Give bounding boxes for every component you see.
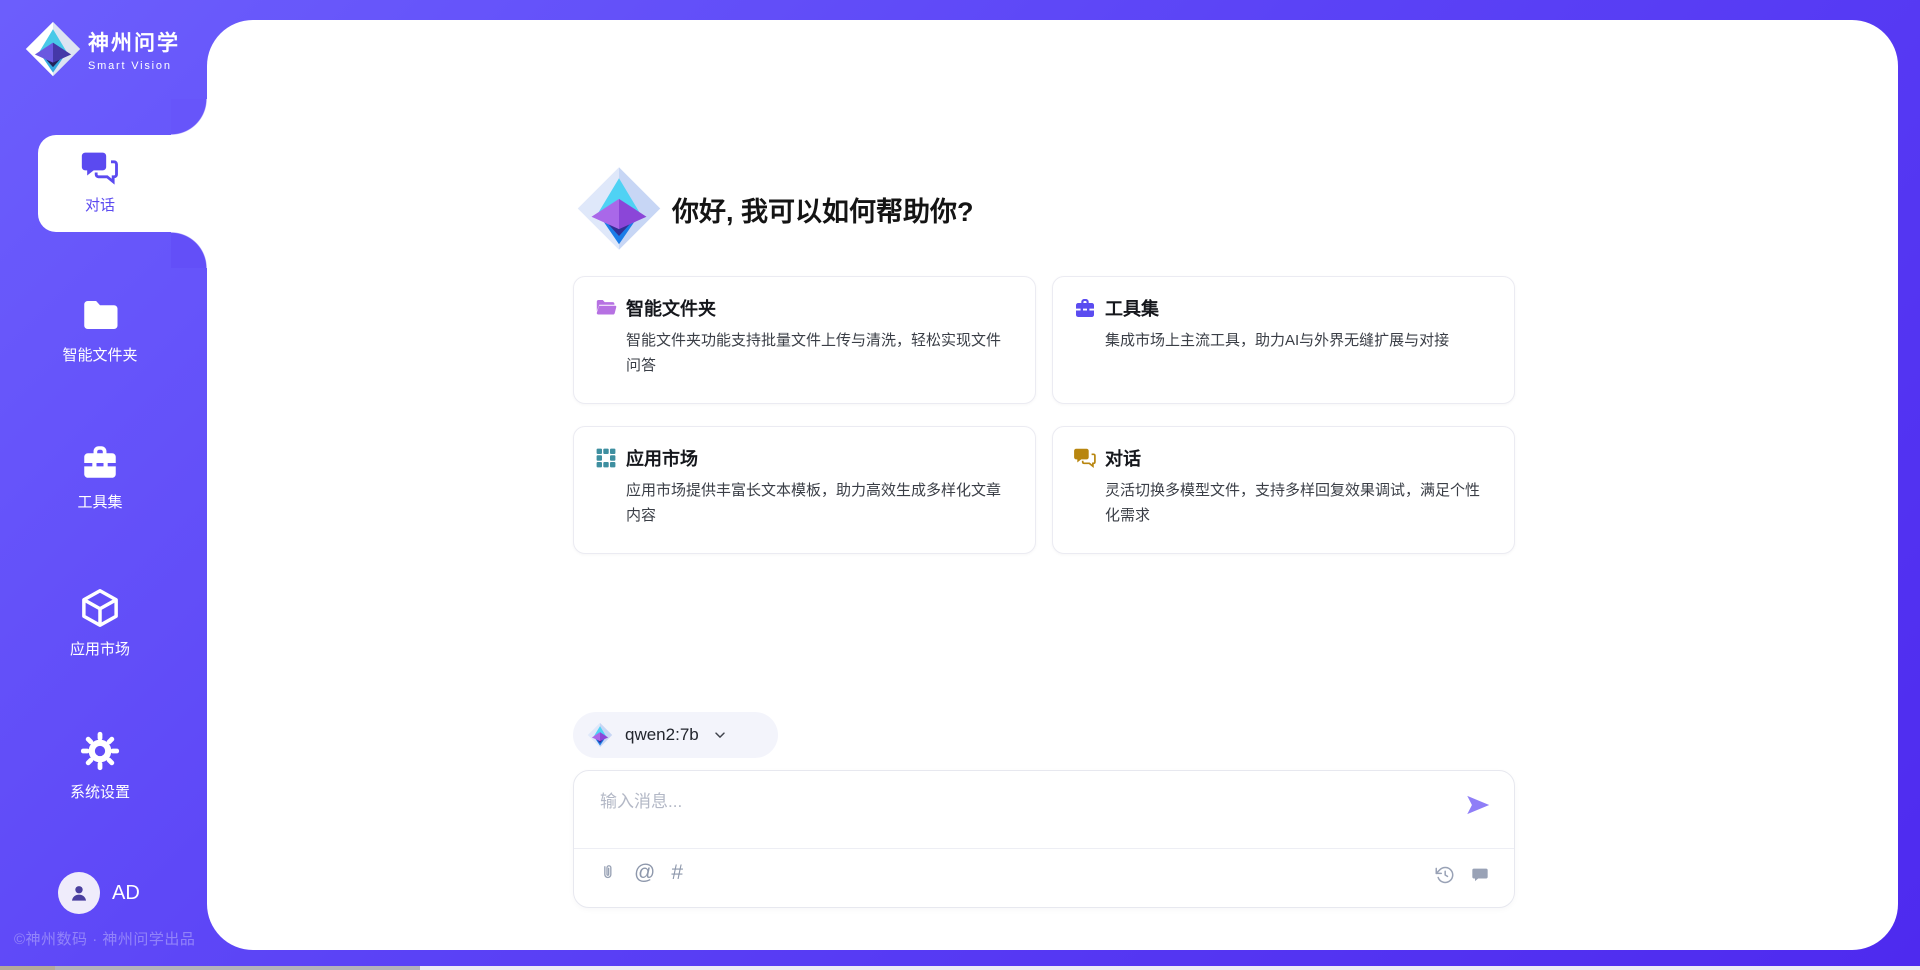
brand: 神州问学 Smart Vision: [24, 20, 180, 78]
card-app-market[interactable]: 应用市场 应用市场提供丰富长文本模板，助力高效生成多样化文章内容: [573, 426, 1036, 554]
message-composer: 输入消息... @ #: [573, 770, 1515, 908]
mention-icon[interactable]: @: [634, 863, 655, 883]
sidebar-item-label: 工具集: [77, 491, 122, 512]
person-icon: [66, 880, 92, 906]
tab-fillet-bottom: [171, 232, 207, 268]
card-title: 对话: [1105, 445, 1141, 471]
feedback-button[interactable]: [1470, 865, 1490, 885]
card-description: 集成市场上主流工具，助力AI与外界无缝扩展与对接: [1105, 328, 1482, 353]
model-name: qwen2:7b: [625, 725, 699, 745]
sidebar-item-smart-folder[interactable]: 智能文件夹: [20, 294, 180, 365]
horizontal-scrollbar-thumb[interactable]: [55, 966, 420, 970]
feedback-icon: [1470, 865, 1490, 885]
user-initials: AD: [112, 882, 140, 905]
history-button[interactable]: [1435, 865, 1455, 885]
chat-bubbles-icon: [1073, 446, 1097, 470]
chevron-down-icon: [712, 727, 728, 743]
brand-gem-diamond-icon: [24, 20, 82, 78]
toolbox-icon: [1073, 296, 1097, 320]
toolbox-icon: [79, 441, 121, 483]
attachment-button[interactable]: [598, 863, 618, 883]
card-smart-folder[interactable]: 智能文件夹 智能文件夹功能支持批量文件上传与清洗，轻松实现文件问答: [573, 276, 1036, 404]
cube-icon: [78, 586, 122, 630]
model-selector[interactable]: qwen2:7b: [573, 712, 778, 758]
send-button[interactable]: [1464, 791, 1492, 819]
chat-bubbles-icon: [80, 148, 120, 188]
folder-icon: [79, 294, 121, 336]
card-description: 灵活切换多模型文件，支持多样回复效果调试，满足个性化需求: [1105, 478, 1482, 528]
card-title: 工具集: [1105, 295, 1159, 321]
message-input[interactable]: 输入消息...: [600, 787, 1420, 812]
attachment-icon: [598, 863, 618, 883]
sidebar-item-label: 智能文件夹: [62, 344, 137, 365]
tab-fillet-top: [171, 99, 207, 135]
card-toolset[interactable]: 工具集 集成市场上主流工具，助力AI与外界无缝扩展与对接: [1052, 276, 1515, 404]
greeting-text: 你好, 我可以如何帮助你?: [672, 190, 974, 229]
topic-icon[interactable]: #: [671, 863, 683, 883]
sidebar-footer: ©神州数码 · 神州问学出品: [14, 928, 195, 949]
card-chat[interactable]: 对话 灵活切换多模型文件，支持多样回复效果调试，满足个性化需求: [1052, 426, 1515, 554]
card-title: 智能文件夹: [626, 295, 716, 321]
greeting-gem-diamond-icon: [575, 162, 663, 255]
sidebar-item-chat[interactable]: 对话: [38, 135, 208, 232]
gear-icon: [78, 729, 122, 773]
app-frame: 神州问学 Smart Vision 对话 智能文件夹 工具集: [0, 0, 1920, 970]
grid-icon: [594, 446, 618, 470]
sidebar-item-label: 应用市场: [70, 638, 130, 659]
card-title: 应用市场: [626, 445, 698, 471]
send-icon: [1464, 791, 1492, 819]
sidebar-item-label: 系统设置: [70, 781, 130, 802]
scrollbar-edge-stub: [0, 966, 55, 970]
sidebar-item-app-market[interactable]: 应用市场: [20, 586, 180, 659]
model-gem-diamond-icon: [587, 722, 613, 748]
sidebar-item-toolset[interactable]: 工具集: [20, 441, 180, 512]
brand-subtitle: Smart Vision: [88, 60, 180, 72]
sidebar-item-label: 对话: [85, 194, 115, 215]
brand-name: 神州问学: [88, 27, 180, 57]
sidebar-item-settings[interactable]: 系统设置: [20, 729, 180, 802]
card-description: 智能文件夹功能支持批量文件上传与清洗，轻松实现文件问答: [626, 328, 1003, 378]
user-avatar[interactable]: [58, 872, 100, 914]
history-icon: [1435, 865, 1455, 885]
composer-divider: [574, 848, 1514, 849]
folder-open-icon: [594, 296, 618, 320]
card-description: 应用市场提供丰富长文本模板，助力高效生成多样化文章内容: [626, 478, 1003, 528]
